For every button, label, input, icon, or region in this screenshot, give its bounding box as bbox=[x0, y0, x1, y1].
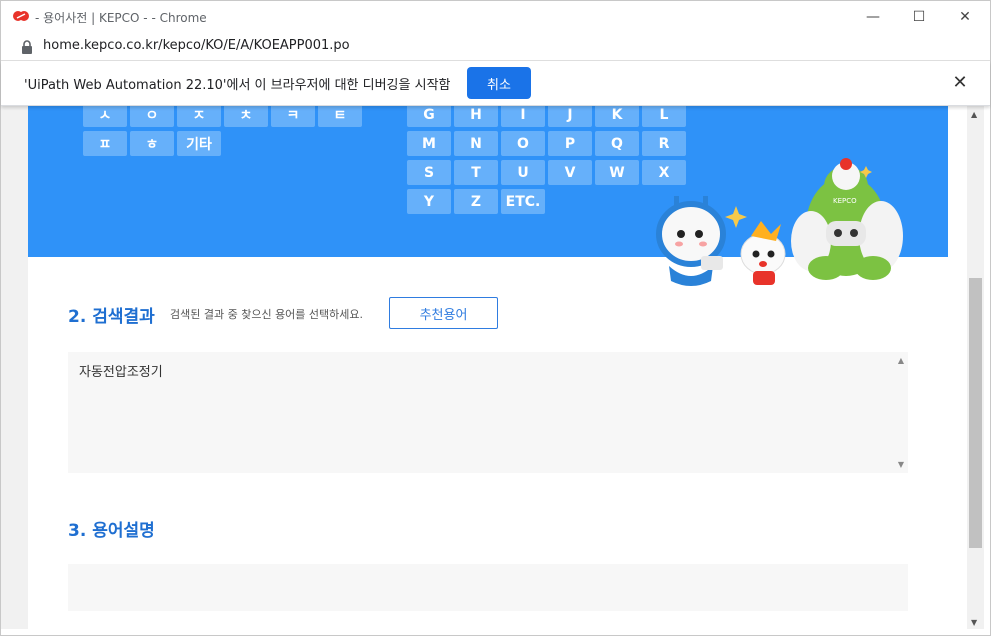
index-key-korean[interactable]: ㅈ bbox=[177, 106, 221, 127]
kepco-favicon-icon bbox=[13, 11, 29, 21]
scroll-down-icon[interactable]: ▼ bbox=[898, 460, 904, 469]
index-key-english[interactable]: I bbox=[501, 106, 545, 127]
scroll-up-icon[interactable]: ▲ bbox=[971, 110, 977, 119]
index-key-english[interactable]: S bbox=[407, 160, 451, 185]
minimize-icon: — bbox=[866, 9, 880, 25]
index-key-english[interactable]: T bbox=[454, 160, 498, 185]
close-icon: ✕ bbox=[959, 9, 971, 25]
mascot-logo-text: KEPCO bbox=[833, 197, 857, 205]
scroll-up-icon[interactable]: ▲ bbox=[898, 356, 904, 365]
left-gutter bbox=[1, 106, 28, 629]
index-key-korean[interactable]: ㅊ bbox=[224, 106, 268, 127]
infobar-close-button[interactable]: ✕ bbox=[949, 71, 971, 93]
index-key-english[interactable]: U bbox=[501, 160, 545, 185]
infobar-cancel-button[interactable]: 취소 bbox=[467, 67, 531, 99]
index-key-korean[interactable]: ㅅ bbox=[83, 106, 127, 127]
search-results-list[interactable]: 자동전압조정기 ▲ ▼ bbox=[68, 352, 908, 473]
index-key-korean[interactable]: ㅇ bbox=[130, 106, 174, 127]
index-key-english[interactable]: Y bbox=[407, 189, 451, 214]
search-results-title: 2. 검색결과 bbox=[68, 307, 155, 327]
description-box bbox=[68, 564, 908, 611]
maximize-button[interactable]: ☐ bbox=[896, 1, 942, 33]
index-key-english[interactable]: Q bbox=[595, 131, 639, 156]
maximize-icon: ☐ bbox=[912, 9, 926, 25]
list-item[interactable]: 자동전압조정기 bbox=[79, 361, 163, 380]
scroll-down-icon[interactable]: ▼ bbox=[971, 618, 977, 627]
index-key-korean[interactable]: ㅍ bbox=[83, 131, 127, 156]
index-key-english[interactable]: ETC. bbox=[501, 189, 545, 214]
index-key-english[interactable]: J bbox=[548, 106, 592, 127]
index-key-korean[interactable]: 기타 bbox=[177, 131, 221, 156]
page-scrollbar[interactable]: ▲ ▼ bbox=[967, 106, 984, 629]
recommended-terms-button[interactable]: 추천용어 bbox=[389, 297, 498, 329]
search-results-hint: 검색된 결과 중 찾으신 용어를 선택하세요. bbox=[170, 308, 364, 321]
scrollbar-thumb[interactable] bbox=[969, 278, 982, 548]
index-key-english[interactable]: G bbox=[407, 106, 451, 127]
address-bar[interactable]: home.kepco.co.kr/kepco/KO/E/A/KOEAPP001.… bbox=[1, 33, 990, 61]
close-icon: ✕ bbox=[952, 71, 968, 93]
title-bar: - 용어사전 | KEPCO - - Chrome — ☐ ✕ bbox=[1, 1, 990, 33]
index-key-english[interactable]: N bbox=[454, 131, 498, 156]
browser-window: - 용어사전 | KEPCO - - Chrome — ☐ ✕ home.kep… bbox=[0, 0, 991, 636]
index-key-korean[interactable]: ㅌ bbox=[318, 106, 362, 127]
infobar-message: 'UiPath Web Automation 22.10'에서 이 브라우저에 … bbox=[24, 78, 451, 93]
index-key-english[interactable]: P bbox=[548, 131, 592, 156]
index-key-english[interactable]: W bbox=[595, 160, 639, 185]
index-key-english[interactable]: M bbox=[407, 131, 451, 156]
index-key-english[interactable]: V bbox=[548, 160, 592, 185]
page-content: ㅅ ㅇ ㅈ ㅊ ㅋ ㅌ ㅍ ㅎ 기타 G H I J K L M N O P Q… bbox=[1, 106, 969, 629]
url-text[interactable]: home.kepco.co.kr/kepco/KO/E/A/KOEAPP001.… bbox=[43, 38, 350, 53]
close-window-button[interactable]: ✕ bbox=[942, 1, 988, 33]
debug-infobar: 'UiPath Web Automation 22.10'에서 이 브라우저에 … bbox=[1, 61, 990, 106]
index-key-english[interactable]: H bbox=[454, 106, 498, 127]
lock-icon bbox=[22, 40, 32, 54]
index-key-korean[interactable]: ㅋ bbox=[271, 106, 315, 127]
index-key-english[interactable]: R bbox=[642, 131, 686, 156]
window-title: - 용어사전 | KEPCO - - Chrome bbox=[35, 11, 207, 25]
kepco-mascot-illustration: KEPCO bbox=[656, 158, 903, 286]
index-key-english[interactable]: L bbox=[642, 106, 686, 127]
index-key-korean[interactable]: ㅎ bbox=[130, 131, 174, 156]
index-key-english[interactable]: O bbox=[501, 131, 545, 156]
index-key-english[interactable]: Z bbox=[454, 189, 498, 214]
minimize-button[interactable]: — bbox=[850, 1, 896, 33]
description-title: 3. 용어설명 bbox=[68, 521, 155, 541]
index-key-english[interactable]: K bbox=[595, 106, 639, 127]
